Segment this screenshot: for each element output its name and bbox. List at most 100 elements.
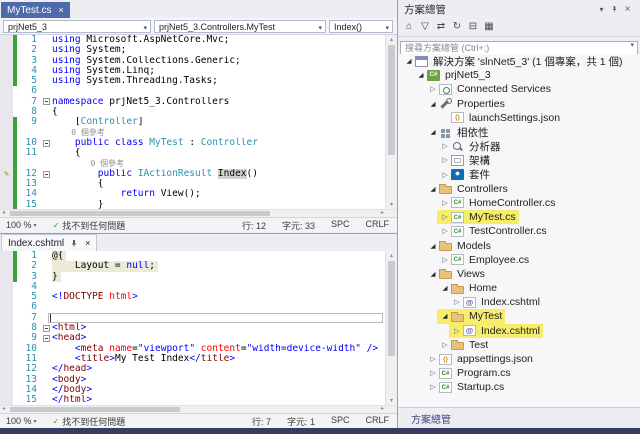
sync-icon[interactable]: ⇄ [433,19,449,35]
tree-item[interactable]: ▷ appsettings.json [398,352,640,366]
collapse-arrow-icon[interactable]: ◢ [404,57,414,65]
code-line[interactable]: 12 </head> [0,363,386,375]
line-indicator[interactable]: 行: 7 [252,415,271,428]
tab-index-cshtml[interactable]: Index.cshtml × [1,234,98,251]
expand-arrow-icon[interactable]: ▷ [440,142,450,150]
code-line[interactable]: 8{ [0,106,386,118]
code-line[interactable]: 0 個參考 [0,127,386,138]
solution-tree[interactable]: ◢ 解決方案 'slnNet5_3' (1 個專案，共 1 個) ◢ prjNet5_… [398,54,640,408]
tree-item[interactable]: ▷ 分析器 [398,139,640,153]
expand-arrow-icon[interactable]: ▷ [440,227,450,235]
collapse-arrow-icon[interactable]: ◢ [428,100,438,108]
tree-item[interactable]: ▷ Employee.cs [398,253,640,267]
code-line[interactable]: 8 <html> [0,322,386,334]
code-editor[interactable]: 1 @{2 Layout = null; 3} 4 5 <!DOCTYPE html> 6 7… [0,251,386,405]
collapse-region-icon[interactable] [43,98,50,106]
column-indicator[interactable]: 字元: 33 [282,219,315,232]
code-line[interactable]: 3 using System.Collections.Generic; [0,55,386,66]
tree-item[interactable]: ▷ Startup.cs [398,380,640,394]
code-editor[interactable]: 1 using Microsoft.AspNetCore.Mvc; 2 using S… [0,35,386,209]
collapse-arrow-icon[interactable]: ◢ [428,128,438,136]
collapse-all-icon[interactable]: ⊟ [465,19,481,35]
pin-icon[interactable] [608,5,621,13]
expand-arrow-icon[interactable]: ▷ [440,171,450,179]
type-dropdown[interactable]: prjNet5_3.Controllers.MyTest [154,19,326,33]
expand-arrow-icon[interactable]: ▷ [452,327,462,335]
home-icon[interactable]: ⌂ [401,19,417,35]
horizontal-scrollbar[interactable]: ◂ ▸ [0,209,397,217]
window-position-icon[interactable]: ▾ [595,5,608,14]
tree-item[interactable]: ◢ prjNet5_3 [398,68,640,82]
vertical-scrollbar[interactable]: ▴ ▾ [385,251,397,405]
tab-mytest-cs[interactable]: MyTest.cs × [1,2,70,18]
line-indicator[interactable]: 行: 12 [242,219,266,232]
code-line[interactable]: 7 namespace prjNet5_3.Controllers [0,96,386,108]
scroll-down-icon[interactable]: ▾ [386,201,397,208]
tree-item[interactable]: ◢ Controllers [398,182,640,196]
document-health-indicator[interactable]: ✓ 找不到任何問題 [53,219,126,232]
tree-item[interactable]: ◢ Home [398,281,640,295]
chevron-down-icon[interactable]: ▾ [630,41,634,49]
code-line[interactable]: 1 using Microsoft.AspNetCore.Mvc; [0,35,386,46]
scrollbar-thumb[interactable] [10,211,270,216]
code-line[interactable]: 15 } [0,199,386,209]
code-line[interactable]: 9 <head> [0,333,386,344]
collapse-region-icon[interactable] [43,170,50,178]
code-line[interactable]: 7 [0,312,386,324]
collapse-region-icon[interactable] [43,335,50,343]
scrollbar-thumb[interactable] [10,407,180,412]
tree-item[interactable]: ▷ Index.cshtml [398,323,640,338]
collapse-region-icon[interactable] [43,139,50,147]
code-line[interactable]: 14 </body> [0,384,386,396]
code-line[interactable]: 13 { [0,178,386,190]
close-icon[interactable]: × [621,4,634,15]
fold-margin[interactable] [41,323,52,333]
code-line[interactable]: ✎ 12 public IActionResult Index() [0,168,386,180]
code-line[interactable]: 11 { [0,147,386,159]
code-line[interactable]: 5 using System.Threading.Tasks; [0,75,386,87]
code-line[interactable]: 9 [Controller] [0,117,386,128]
filter-icon[interactable]: ▽ [417,19,433,35]
refresh-icon[interactable]: ↻ [449,19,465,35]
zoom-control[interactable]: 100 % [6,220,37,230]
expand-arrow-icon[interactable]: ▷ [440,213,450,221]
tree-item[interactable]: ▷ MyTest.cs [398,210,640,225]
spaces-indicator[interactable]: SPC [331,219,350,232]
zoom-control[interactable]: 100 % [6,416,37,426]
scroll-left-icon[interactable]: ◂ [2,210,5,217]
scroll-right-icon[interactable]: ▸ [381,406,384,413]
scroll-down-icon[interactable]: ▾ [386,397,397,404]
fold-margin[interactable] [41,97,52,107]
code-line[interactable]: 0 個參考 [0,158,386,169]
collapse-arrow-icon[interactable]: ◢ [428,242,438,250]
tree-item[interactable]: ◢ MyTest [398,309,640,324]
fold-margin[interactable] [41,169,52,179]
scrollbar-thumb[interactable] [388,45,395,155]
tree-item[interactable]: ▷ TestController.cs [398,224,640,238]
collapse-arrow-icon[interactable]: ◢ [440,284,450,292]
expand-arrow-icon[interactable]: ▷ [440,156,450,164]
code-line[interactable]: 1 @{ [0,251,386,262]
pin-icon[interactable] [70,239,78,248]
expand-arrow-icon[interactable]: ▷ [440,341,450,349]
tree-item[interactable]: ▷ Program.cs [398,366,640,380]
expand-arrow-icon[interactable]: ▷ [428,383,438,391]
scroll-up-icon[interactable]: ▴ [386,252,397,259]
code-line[interactable]: 15 </html> [0,394,386,405]
tree-item[interactable]: ◢ 相依性 [398,125,640,139]
fold-margin[interactable] [41,333,52,343]
expand-arrow-icon[interactable]: ▷ [428,85,438,93]
tree-item[interactable]: ▷ 架構 [398,153,640,167]
scroll-right-icon[interactable]: ▸ [381,210,384,217]
scroll-up-icon[interactable]: ▴ [386,36,397,43]
collapse-region-icon[interactable] [43,324,50,332]
tree-item[interactable]: ◢ 解決方案 'slnNet5_3' (1 個專案，共 1 個) [398,54,640,68]
tree-item[interactable]: ▷ HomeController.cs [398,196,640,210]
tree-item[interactable]: ◢ Models [398,238,640,252]
code-line[interactable]: 14 return View(); [0,189,386,200]
code-line[interactable]: 10 <meta name="viewport" content="width=… [0,343,386,354]
expand-arrow-icon[interactable]: ▷ [440,199,450,207]
tree-item[interactable]: ▷ 套件 [398,168,640,182]
tree-item[interactable]: ▷ Test [398,338,640,352]
close-icon[interactable]: × [58,5,63,15]
